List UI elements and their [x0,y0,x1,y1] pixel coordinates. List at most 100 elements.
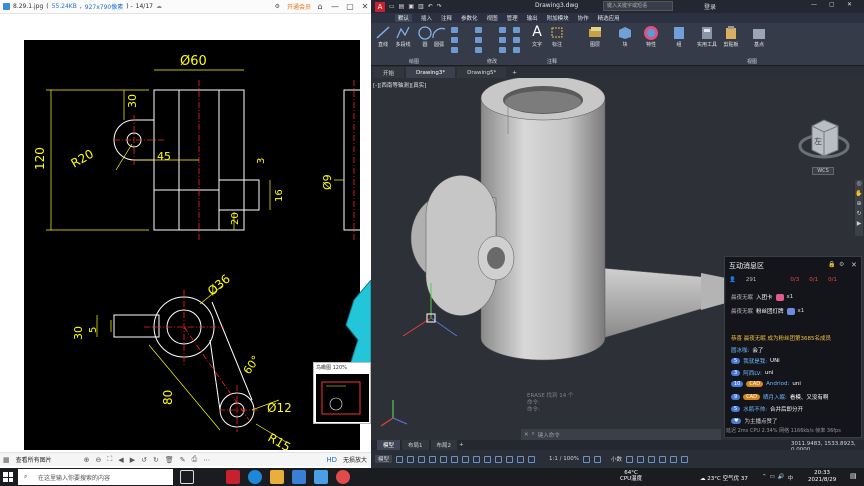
weather-widget[interactable]: ☁ 23°C 空气优 37 [700,474,748,482]
clean-screen-icon[interactable] [669,455,677,463]
tool-layer[interactable]: 图层 [587,25,603,48]
tool-text[interactable]: A 文字 [529,25,545,49]
modify-mirror-icon[interactable] [475,37,482,43]
hd-icon[interactable]: HD [326,456,337,464]
ribbon-tab-insert[interactable]: 插入 [421,14,432,22]
orbit-icon[interactable]: ↻ [855,210,863,220]
autocad-logo-icon[interactable]: A [375,1,385,12]
network-icon[interactable]: ▭ [770,474,775,482]
tab-drawing3[interactable]: Drawing3* [406,67,456,78]
modify-array-icon[interactable] [499,47,506,53]
zoom-extents-icon[interactable]: ⊕ [855,200,863,210]
layout-tab-1[interactable]: 布局1 [402,440,429,450]
navigator-panel[interactable]: 鸟瞰图 120% [313,362,371,424]
view-cube[interactable]: 左 [798,112,850,172]
selection-cycling-icon[interactable] [506,455,514,463]
ribbon-tab-collaborate[interactable]: 协作 [578,14,589,22]
modify-rotate-icon[interactable] [475,27,482,33]
grid-icon[interactable]: ▦ [3,456,10,464]
modify-scale-icon[interactable] [475,47,482,53]
ime-icon[interactable]: 中 [788,474,794,482]
acad-close-button[interactable]: ✕ [847,1,852,8]
tool-line[interactable]: 直线 [375,25,391,48]
lineweight-toggle-icon[interactable] [484,455,492,463]
close-button[interactable]: ✕ [359,1,371,13]
clock[interactable]: 20:33 2021/8/29 [808,470,836,484]
new-tab-button[interactable]: + [508,70,521,76]
windows-start-icon[interactable] [3,472,13,482]
modify-trim-icon[interactable] [499,27,506,33]
panel-draw-label[interactable]: 绘图 [409,58,419,65]
ribbon-tab-parametric[interactable]: 参数化 [461,14,478,22]
autocad-taskbar-icon[interactable] [226,470,240,484]
command-line-input[interactable]: ✕ ⌕ 键入命令 [521,429,721,440]
new-file-icon[interactable]: ▭ [389,3,395,10]
osnap-toggle-icon[interactable] [451,455,459,463]
maximize-button[interactable]: ▢ [344,1,356,13]
modify-stretch-icon[interactable] [451,47,458,53]
isolate-objects-icon[interactable] [647,455,655,463]
tab-start[interactable]: 开始 [373,67,405,78]
more-icon[interactable]: ⋯ [203,456,210,464]
minimize-button[interactable]: — [329,1,341,13]
dynucs-toggle-icon[interactable] [473,455,481,463]
delete-icon[interactable]: 🗑 [165,456,174,464]
tool-polyline[interactable]: 多段线 [395,25,411,48]
modify-offset-icon[interactable] [513,47,520,53]
tool-properties[interactable]: 特性 [643,25,659,48]
ribbon-tab-output[interactable]: 输出 [527,14,538,22]
panel-annotate-label[interactable]: 注释 [547,58,557,65]
acad-maximize-button[interactable]: ▢ [829,1,835,8]
isodraft-toggle-icon[interactable] [440,455,448,463]
annotation-scale[interactable]: 1:1 / 100% [549,456,579,462]
tool-clipboard[interactable]: 剪贴板 [723,25,739,48]
fit-icon[interactable]: ⛶ [107,455,112,464]
rotate-left-icon[interactable]: ↺ [141,456,147,464]
ortho-toggle-icon[interactable] [418,455,426,463]
quick-properties-icon[interactable] [625,455,633,463]
wcs-menu[interactable]: WCS [812,167,834,175]
print-icon[interactable]: ⎙ [192,455,198,464]
edge-taskbar-icon[interactable] [248,470,262,484]
saveas-icon[interactable]: ▥ [418,3,424,10]
ribbon-tab-featured[interactable]: 精选应用 [598,14,620,22]
status-model-button[interactable]: 模型 [375,455,393,463]
tool-arc[interactable]: 圆弧 [431,25,447,48]
ribbon-tab-view[interactable]: 视图 [487,14,498,22]
modify-move-icon[interactable] [451,27,458,33]
tool-basepoint[interactable]: 基点 [751,25,767,48]
graphics-performance-icon[interactable] [658,455,666,463]
tab-drawing5[interactable]: Drawing5* [457,67,507,78]
pin-icon[interactable]: ⌂ [314,1,326,13]
snap-toggle-icon[interactable] [407,455,415,463]
command-search-icon[interactable]: ⌕ [532,431,535,438]
3d-osnap-icon[interactable] [517,455,525,463]
tool-block[interactable]: 块 [617,25,633,48]
modify-copy-icon[interactable] [451,37,458,43]
tool-utilities[interactable]: 实用工具 [697,25,717,48]
navigator-thumbnail[interactable] [316,374,369,422]
transparency-toggle-icon[interactable] [495,455,503,463]
prev-icon[interactable]: ◀ [118,456,123,464]
redo-icon[interactable]: ↷ [437,3,442,10]
chat-close-icon[interactable]: ✕ [851,261,857,269]
chat-settings-icon[interactable]: ⚙ [839,261,844,268]
modify-explode-icon[interactable] [513,37,520,43]
settings-icon[interactable]: ⚙ [275,3,280,10]
showmotion-icon[interactable]: ▶ [855,220,863,230]
annotation-visibility-icon[interactable] [528,455,536,463]
zoom-in-icon[interactable]: ⊕ [84,456,90,464]
cpu-temp-widget[interactable]: 64°C CPU温度 [620,470,642,482]
tool-dimension[interactable]: 标注 [549,25,565,48]
open-file-icon[interactable]: ▤ [399,3,405,10]
lock-ui-icon[interactable] [636,455,644,463]
panel-view-label[interactable]: 视图 [747,58,757,65]
cloud-icon[interactable]: ☁ [156,3,162,10]
taskbar-search-input[interactable]: ⌕ 在这里输入你要搜索的内容 [18,469,173,485]
ribbon-tab-annotate[interactable]: 注释 [441,14,452,22]
undo-icon[interactable]: ↶ [428,3,433,10]
view-all-button[interactable]: 查看所有图片 [16,455,52,464]
panel-modify-label[interactable]: 修改 [487,58,497,65]
viewport-label[interactable]: [-][西南等轴测][真实] [373,81,426,89]
tool-group[interactable]: 组 [671,25,687,48]
